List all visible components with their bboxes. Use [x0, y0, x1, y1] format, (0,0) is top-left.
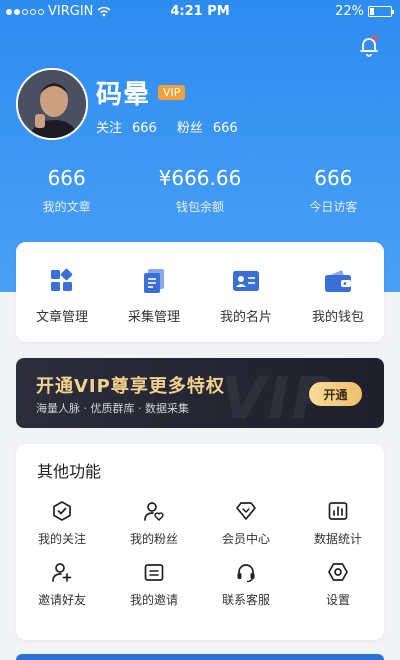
- function-label: 会员中心: [221, 532, 270, 546]
- quick-action-articles[interactable]: 文章管理: [16, 242, 108, 342]
- stat-value: ¥666.66: [158, 166, 242, 190]
- battery-icon: [368, 6, 394, 17]
- function-label: 数据统计: [313, 532, 362, 546]
- function-member-center[interactable]: 会员中心: [200, 500, 292, 547]
- quick-action-wallet[interactable]: 我的钱包: [292, 242, 384, 342]
- headset-icon: [237, 564, 255, 583]
- stat-label: 钱包余额: [175, 200, 224, 214]
- function-label: 我的邀请: [129, 593, 178, 607]
- next-card-edge: [16, 654, 384, 660]
- avatar[interactable]: [16, 68, 88, 140]
- function-settings[interactable]: 设置: [292, 561, 384, 608]
- quick-action-label: 文章管理: [35, 310, 88, 325]
- quick-actions-card: 文章管理 采集管理 我的名片 我的钱包: [16, 242, 384, 342]
- vip-banner-title: 开通VIP尊享更多特权: [36, 376, 225, 397]
- diamond-icon: [236, 502, 256, 520]
- settings-icon: [328, 563, 348, 581]
- vip-banner-subtitle: 海量人脉 · 优质群库 · 数据采集: [36, 402, 189, 415]
- stat-articles[interactable]: 666 我的文章: [0, 166, 133, 215]
- stat-wallet-balance[interactable]: ¥666.66 钱包余额: [133, 166, 266, 215]
- fans-stat[interactable]: 粉丝 666: [177, 117, 238, 136]
- function-customer-service[interactable]: 联系客服: [200, 561, 292, 608]
- quick-action-label: 采集管理: [127, 310, 180, 325]
- vip-badge: VIP: [158, 85, 186, 100]
- notification-bell-icon[interactable]: [357, 34, 381, 58]
- quick-action-label: 我的钱包: [311, 310, 364, 325]
- user-heart-icon: [144, 502, 164, 521]
- user-add-icon: [52, 563, 72, 582]
- battery-percent: 22%: [335, 4, 364, 19]
- vip-open-button[interactable]: 开通: [309, 382, 362, 406]
- function-label: 邀请好友: [37, 593, 86, 607]
- other-functions-card: 其他功能 我的关注 我的粉丝 会员中心 数据统计 邀请好友 我的邀请 联系客服 …: [16, 444, 384, 640]
- quick-action-collection[interactable]: 采集管理: [108, 242, 200, 342]
- function-data-statistics[interactable]: 数据统计: [292, 500, 384, 547]
- bar-chart-icon: [328, 502, 348, 520]
- stat-value: 666: [47, 166, 86, 190]
- function-invite-friends[interactable]: 邀请好友: [16, 561, 108, 608]
- status-bar: VIRGIN 4:21 PM 22%: [0, 0, 400, 24]
- stats-row: 666 我的文章 ¥666.66 钱包余额 666 今日访客: [0, 166, 400, 215]
- battery-info: 22%: [335, 4, 394, 19]
- stat-label: 今日访客: [309, 200, 358, 214]
- user-name: 码晕: [96, 80, 151, 110]
- quick-action-business-card[interactable]: 我的名片: [200, 242, 292, 342]
- section-title: 其他功能: [37, 462, 102, 481]
- profile-header[interactable]: 码晕 VIP 关注 666 粉丝 666: [16, 68, 238, 140]
- document-stack-icon: [144, 269, 164, 293]
- functions-grid: 我的关注 我的粉丝 会员中心 数据统计 邀请好友 我的邀请 联系客服 设置: [16, 500, 384, 608]
- quick-action-label: 我的名片: [219, 310, 272, 325]
- invite-card-icon: [144, 564, 164, 581]
- function-my-follows[interactable]: 我的关注: [16, 500, 108, 547]
- function-label: 设置: [325, 593, 350, 607]
- follow-label: 关注: [96, 121, 123, 136]
- follow-stat[interactable]: 关注 666: [96, 117, 157, 136]
- function-my-fans[interactable]: 我的粉丝: [108, 500, 200, 547]
- fans-label: 粉丝: [176, 121, 203, 136]
- function-label: 联系客服: [221, 593, 270, 607]
- function-label: 我的关注: [37, 532, 86, 546]
- wallet-icon: [325, 270, 351, 292]
- id-card-icon: [233, 271, 259, 291]
- stat-value: 666: [314, 166, 353, 190]
- follow-count: 666: [132, 121, 157, 136]
- stat-visitors[interactable]: 666 今日访客: [267, 166, 400, 215]
- grid-apps-icon: [51, 268, 73, 291]
- function-my-invites[interactable]: 我的邀请: [108, 561, 200, 608]
- stat-label: 我的文章: [42, 200, 91, 214]
- fans-count: 666: [212, 121, 238, 136]
- check-shield-icon: [53, 501, 71, 521]
- function-label: 我的粉丝: [129, 532, 178, 546]
